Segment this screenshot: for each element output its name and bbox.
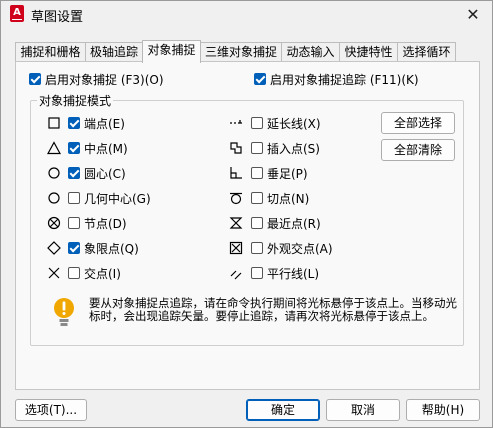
tab-quick-properties[interactable]: 快捷特性 <box>339 42 398 62</box>
osnap-on-label: 启用对象捕捉 (F3)(O) <box>45 73 164 87</box>
intersection-x-icon <box>48 267 60 279</box>
node-icon <box>47 216 61 230</box>
tangent-checkbox[interactable] <box>251 192 263 204</box>
node-checkbox[interactable] <box>68 217 80 229</box>
intersection-label: 交点(I) <box>84 267 121 281</box>
endpoint-checkbox[interactable] <box>68 117 80 129</box>
tangent-label: 切点(N) <box>267 192 310 206</box>
center-checkbox[interactable] <box>68 167 80 179</box>
geometric-center-icon <box>48 192 60 204</box>
parallel-label: 平行线(L) <box>267 267 320 281</box>
extension-checkbox[interactable] <box>251 117 263 129</box>
group-title: 对象捕捉模式 <box>37 92 114 109</box>
cancel-button[interactable]: 取消 <box>326 399 400 421</box>
midpoint-triangle-icon <box>47 141 61 155</box>
close-icon[interactable]: ✕ <box>463 5 483 25</box>
nearest-checkbox[interactable] <box>251 217 263 229</box>
insertion-checkbox[interactable] <box>251 142 263 154</box>
parallel-icon <box>230 270 242 280</box>
clear-all-button[interactable]: 全部清除 <box>381 139 455 161</box>
parallel-checkbox[interactable] <box>251 267 263 279</box>
tangent-icon <box>230 192 242 205</box>
quadrant-diamond-icon <box>47 241 61 255</box>
tab-3d-object-snap[interactable]: 三维对象捕捉 <box>200 42 282 62</box>
geometric-center-label: 几何中心(G) <box>84 192 151 206</box>
endpoint-square-icon <box>48 117 60 129</box>
drafting-settings-dialog: A 草图设置 ✕ 捕捉和栅格 极轴追踪 对象捕捉 三维对象捕捉 动态输入 快捷特… <box>0 0 493 428</box>
nearest-icon <box>229 217 243 229</box>
osnap-on-checkbox[interactable] <box>29 73 41 85</box>
tab-object-snap[interactable]: 对象捕捉 <box>142 40 201 63</box>
dialog-title: 草图设置 <box>31 10 84 25</box>
apparent-intersection-checkbox[interactable] <box>251 242 263 254</box>
tab-selection-cycling[interactable]: 选择循环 <box>397 42 456 62</box>
geometric-center-checkbox[interactable] <box>68 192 80 204</box>
options-button[interactable]: 选项(T)... <box>15 399 87 421</box>
object-snap-panel: 启用对象捕捉 (F3)(O) 启用对象捕捉追踪 (F11)(K) 对象捕捉模式 … <box>15 61 480 390</box>
quadrant-checkbox[interactable] <box>68 242 80 254</box>
node-label: 节点(D) <box>84 217 127 231</box>
intersection-checkbox[interactable] <box>68 267 80 279</box>
apparent-intersection-icon <box>229 241 243 255</box>
perpendicular-icon <box>230 167 242 179</box>
endpoint-label: 端点(E) <box>84 117 125 131</box>
object-snap-modes-group: 对象捕捉模式 端点(E) 中点(M) 圆心(C) 几何中心(G) 节点(D) 象… <box>30 92 464 346</box>
midpoint-checkbox[interactable] <box>68 142 80 154</box>
apparent-intersection-label: 外观交点(A) <box>267 242 333 256</box>
insertion-icon <box>230 142 242 154</box>
perpendicular-checkbox[interactable] <box>251 167 263 179</box>
title-bar: A 草图设置 ✕ <box>1 1 492 29</box>
quadrant-label: 象限点(Q) <box>84 242 139 256</box>
midpoint-label: 中点(M) <box>84 142 128 156</box>
center-circle-icon <box>48 167 60 179</box>
extension-label: 延长线(X) <box>267 117 321 131</box>
otrack-on-label: 启用对象捕捉追踪 (F11)(K) <box>270 73 419 87</box>
tab-snap-grid[interactable]: 捕捉和栅格 <box>15 42 86 62</box>
tracking-tip-text: 要从对象捕捉点追踪，请在命令执行期间将光标悬停于该点上。当移动光标时，会出现追踪… <box>89 296 457 323</box>
perpendicular-label: 垂足(P) <box>267 167 308 181</box>
autocad-app-icon: A <box>10 5 24 22</box>
nearest-label: 最近点(R) <box>267 217 321 231</box>
help-button[interactable]: 帮助(H) <box>406 399 480 421</box>
ok-button[interactable]: 确定 <box>246 399 320 421</box>
lightbulb-warning-icon <box>54 298 74 326</box>
tab-polar-tracking[interactable]: 极轴追踪 <box>85 42 143 62</box>
otrack-on-checkbox[interactable] <box>254 73 266 85</box>
center-label: 圆心(C) <box>84 167 126 181</box>
tab-dynamic-input[interactable]: 动态输入 <box>281 42 340 62</box>
insertion-label: 插入点(S) <box>267 142 320 156</box>
select-all-button[interactable]: 全部选择 <box>381 112 455 134</box>
extension-icon <box>230 120 242 124</box>
